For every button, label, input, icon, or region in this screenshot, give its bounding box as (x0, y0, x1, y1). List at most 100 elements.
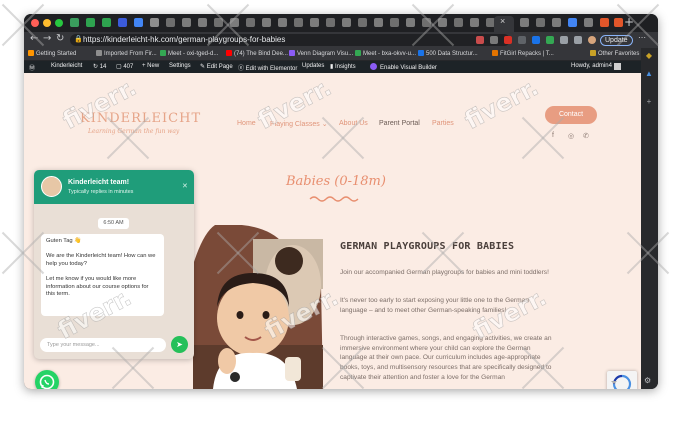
tab-favicon[interactable] (246, 18, 255, 27)
admin-visual-builder[interactable]: Enable Visual Builder (370, 63, 437, 71)
tab-favicon[interactable] (134, 18, 143, 27)
close-icon[interactable]: ✕ (182, 182, 188, 190)
close-window-button[interactable] (31, 19, 39, 27)
add-icon[interactable]: + (645, 98, 653, 106)
tab-favicon[interactable] (150, 18, 159, 27)
whatsapp-icon[interactable]: ✆ (583, 132, 589, 140)
reload-icon[interactable]: ↻ (56, 33, 64, 44)
profile-avatar[interactable] (588, 36, 596, 44)
tab-favicon[interactable] (214, 18, 223, 27)
forward-icon[interactable]: → (43, 33, 51, 44)
bookmark-item[interactable]: FitGirl Repacks | T... (492, 50, 554, 57)
extension-icon[interactable] (504, 36, 512, 44)
bookmark-item[interactable]: 500 Data Structur... (418, 50, 478, 57)
nav-home[interactable]: Home (237, 120, 256, 127)
sidebar-app-icon[interactable]: ▲ (645, 70, 653, 78)
nav-parent-portal[interactable]: Parent Portal (379, 120, 420, 127)
contact-button[interactable]: Contact (545, 106, 597, 124)
bookmark-item[interactable]: Imported From Fir... (96, 50, 157, 57)
tab-favicon[interactable] (584, 18, 593, 27)
url-text[interactable]: https://kinderleicht-hk.com/german-playg… (83, 35, 285, 44)
extension-icon[interactable] (476, 36, 484, 44)
close-tab-icon[interactable]: × (500, 16, 505, 26)
active-tab[interactable]: × (494, 16, 514, 32)
tab-favicon[interactable] (102, 18, 111, 27)
tab-favicon[interactable] (454, 18, 463, 27)
extension-icon[interactable] (532, 36, 540, 44)
update-button[interactable]: Update (600, 35, 633, 46)
tab-favicon[interactable] (390, 18, 399, 27)
tab-favicon[interactable] (342, 18, 351, 27)
tab-favicon[interactable] (470, 18, 479, 27)
admin-updates-count[interactable]: ↻ 14 (93, 63, 106, 70)
body-paragraph: It's never too early to start exposing y… (340, 297, 529, 314)
tab-favicon[interactable] (600, 18, 609, 27)
admin-new[interactable]: + New (142, 63, 159, 69)
tab-favicon[interactable] (536, 18, 545, 27)
tab-favicon[interactable] (438, 18, 447, 27)
tab-favicon[interactable] (614, 18, 623, 27)
admin-site-name[interactable]: Kinderleicht (51, 63, 82, 69)
address-bar[interactable]: 🔒 https://kinderleicht-hk.com/german-pla… (70, 34, 510, 46)
tab-favicon[interactable] (294, 18, 303, 27)
bookmark-item[interactable]: Getting Started (28, 50, 76, 57)
back-icon[interactable]: ← (30, 33, 38, 44)
tab-favicon[interactable] (326, 18, 335, 27)
bookmark-item[interactable]: Meet - bxa-okvv-u... (355, 50, 416, 57)
tab-favicon[interactable] (310, 18, 319, 27)
new-tab-button[interactable]: + (624, 15, 634, 29)
extension-icon[interactable] (546, 36, 554, 44)
send-icon[interactable]: ➤ (171, 336, 188, 353)
tab-favicon[interactable] (230, 18, 239, 27)
tab-favicon[interactable] (278, 18, 287, 27)
tab-favicon[interactable] (406, 18, 415, 27)
admin-avatar[interactable] (614, 63, 621, 70)
bookmark-item[interactable]: (74) The Bind Dee... (226, 50, 288, 57)
tab-favicon[interactable] (520, 18, 529, 27)
nav-parties[interactable]: Parties (432, 120, 454, 127)
tab-favicon[interactable] (198, 18, 207, 27)
bookmark-item[interactable]: Venn Diagram Visu... (289, 50, 353, 57)
minimize-window-button[interactable] (43, 19, 51, 27)
tab-favicon[interactable] (374, 18, 383, 27)
tab-favicon[interactable] (568, 18, 577, 27)
instagram-icon[interactable]: ◎ (568, 132, 574, 140)
extension-icon[interactable] (574, 36, 582, 44)
tab-favicon[interactable] (422, 18, 431, 27)
admin-comments-count[interactable]: ▢ 407 (116, 63, 133, 70)
address-row: ← → ↻ 🔒 https://kinderleicht-hk.com/germ… (24, 32, 658, 48)
nav-about-us[interactable]: About Us (339, 120, 368, 127)
gear-icon[interactable]: ⚙ (644, 376, 651, 385)
tab-favicon[interactable] (86, 18, 95, 27)
tab-favicon[interactable] (552, 18, 561, 27)
whatsapp-float-button[interactable] (35, 370, 59, 389)
menu-dots-icon[interactable]: ⋯ (638, 33, 646, 42)
extension-icon[interactable] (490, 36, 498, 44)
maximize-window-button[interactable] (55, 19, 63, 27)
tab-favicon[interactable] (358, 18, 367, 27)
tab-favicon[interactable] (262, 18, 271, 27)
extension-icon[interactable] (560, 36, 568, 44)
recaptcha-badge[interactable] (607, 371, 637, 389)
admin-edit-elementor[interactable]: ⓔ Edit with Elementor (238, 63, 297, 72)
admin-edit-page[interactable]: ✎ Edit Page (200, 63, 233, 70)
chat-input[interactable]: Type your message... (40, 338, 166, 352)
extension-icon[interactable] (518, 36, 526, 44)
wp-logo-icon[interactable]: Ⓦ (29, 63, 35, 72)
admin-greeting[interactable]: Howdy, admin4 (571, 63, 612, 69)
admin-updates[interactable]: Updates (302, 63, 324, 69)
tab-favicon[interactable] (118, 18, 127, 27)
tab-favicon[interactable] (70, 18, 79, 27)
tab-favicon[interactable] (166, 18, 175, 27)
nav-playing-classes[interactable]: Playing Classes ⌄ (270, 120, 328, 128)
other-favorites[interactable]: Other Favorites (590, 50, 639, 57)
facebook-icon[interactable]: f (552, 132, 554, 139)
site-logo[interactable]: KINDERLEICHT (80, 111, 201, 126)
bookmark-item[interactable]: Meet - oxi-tged-d... (160, 50, 218, 57)
bookmark-star-icon[interactable]: ◆ (645, 52, 653, 60)
chat-timestamp: 6:50 AM (98, 218, 129, 229)
tab-favicon[interactable] (182, 18, 191, 27)
admin-settings[interactable]: Settings (169, 63, 191, 69)
message-line: Guten Tag 👋 (46, 238, 82, 244)
admin-insights[interactable]: ▮ Insights (330, 63, 356, 70)
